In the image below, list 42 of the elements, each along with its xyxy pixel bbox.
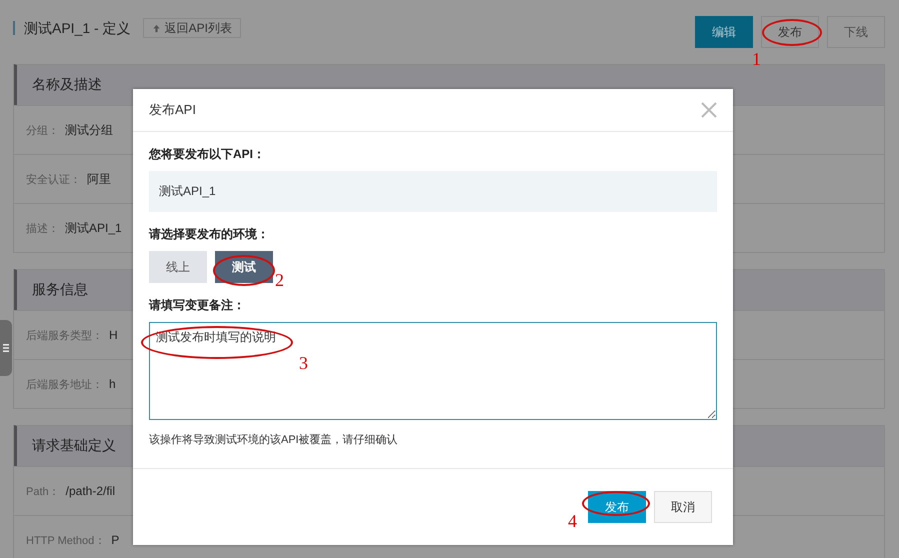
field-value: 测试API_1 (65, 220, 122, 236)
field-label: Path： (26, 484, 60, 498)
field-value: 测试分组 (65, 122, 113, 138)
page-title: 测试API_1 - 定义 (13, 21, 131, 35)
side-tab[interactable] (0, 320, 12, 376)
annotation-ellipse (213, 255, 275, 286)
field-label: 描述： (26, 222, 59, 236)
environment-button[interactable]: 线上 (149, 251, 207, 283)
field-label: HTTP Method： (26, 534, 106, 548)
warning-text: 该操作将导致测试环境的该API被覆盖，请仔细确认 (149, 432, 399, 447)
field-value: H (109, 328, 118, 342)
api-name: 测试API_1 (159, 183, 216, 200)
close-icon (701, 102, 717, 118)
section-title: 请求基础定义 (32, 437, 116, 455)
cancel-button[interactable]: 取消 (654, 491, 712, 523)
publish-button[interactable]: 发布 (588, 491, 646, 523)
annotation-number: 3 (299, 354, 308, 372)
section-label: 请填写变更备注： (149, 297, 246, 314)
environment-button[interactable]: 测试 (215, 251, 273, 283)
section-title: 服务信息 (32, 281, 88, 299)
dialog-title: 发布API (149, 101, 196, 119)
field-label: 后端服务地址： (26, 378, 103, 392)
annotation-number: 1 (752, 50, 761, 68)
field-value: h (109, 377, 116, 391)
field-label: 分组： (26, 124, 59, 138)
annotation-number: 2 (275, 271, 284, 289)
section-title: 名称及描述 (32, 76, 102, 94)
section-label: 请选择要发布的环境： (149, 226, 270, 243)
annotation-ellipse (762, 19, 822, 46)
back-button[interactable]: 返回API列表 (142, 18, 241, 38)
field-label: 安全认证： (26, 172, 81, 186)
upload-icon (152, 24, 161, 32)
edit-button[interactable]: 编辑 (695, 16, 753, 48)
section-label: 您将要发布以下API： (149, 146, 266, 163)
annotation-ellipse (582, 491, 650, 516)
menu-icon (3, 343, 9, 353)
field-value: 阿里 (87, 170, 111, 188)
publish-button[interactable]: 发布 (761, 16, 819, 48)
field-value: /path-2/fil (66, 484, 115, 498)
field-label: 后端服务类型： (26, 328, 103, 342)
annotation-number: 4 (568, 512, 577, 530)
field-value: P (111, 533, 120, 547)
